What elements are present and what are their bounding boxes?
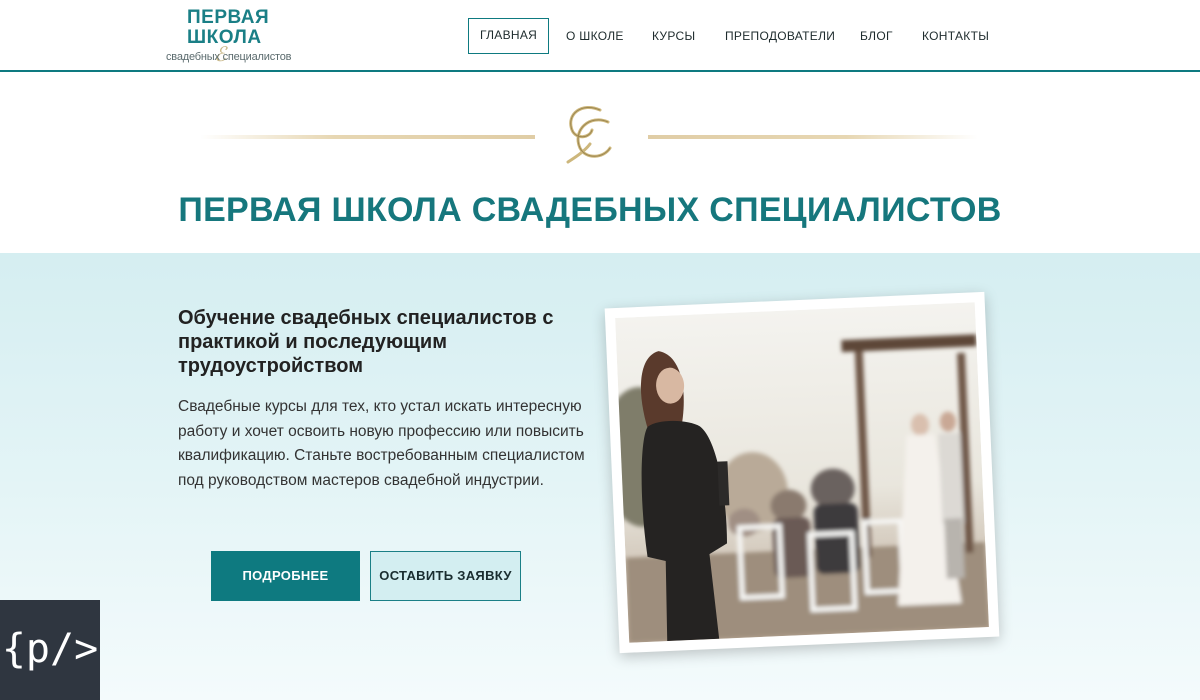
nav-item-home[interactable]: ГЛАВНАЯ bbox=[468, 18, 550, 54]
page-title: ПЕРВАЯ ШКОЛА СВАДЕБНЫХ СПЕЦИАЛИСТОВ bbox=[178, 191, 1002, 229]
nav-item-about[interactable]: О ШКОЛЕ bbox=[566, 18, 624, 54]
nav-item-teachers[interactable]: ПРЕПОДОВАТЕЛИ bbox=[725, 18, 835, 54]
hero-heading: Обучение свадебных специалистов с практи… bbox=[178, 307, 554, 377]
hero-photo bbox=[604, 291, 1000, 654]
nav-item-blog[interactable]: БЛОГ bbox=[860, 18, 893, 54]
site-logo[interactable]: ПЕРВАЯ ШКОЛА ℰ свадебных специалистов bbox=[166, 7, 296, 67]
site-header: ПЕРВАЯ ШКОЛА ℰ свадебных специалистов ГЛ… bbox=[0, 0, 1200, 72]
nav-item-courses[interactable]: КУРСЫ bbox=[652, 18, 695, 54]
ornament-divider-right bbox=[648, 135, 978, 139]
apply-button[interactable]: ОСТАВИТЬ ЗАЯВКУ bbox=[370, 551, 521, 601]
hero-description: Свадебные курсы для тех, кто устал искат… bbox=[178, 398, 585, 489]
nav-item-contacts[interactable]: КОНТАКТЫ bbox=[922, 18, 989, 54]
ornament-divider-left bbox=[200, 135, 535, 139]
logo-line-3: свадебных специалистов bbox=[166, 51, 292, 63]
code-badge-icon: {p/> bbox=[0, 600, 100, 700]
wedding-ceremony-image bbox=[615, 302, 989, 643]
more-button[interactable]: ПОДРОБНЕЕ bbox=[211, 551, 360, 601]
cc-monogram-icon bbox=[566, 106, 612, 164]
logo-line-1: ПЕРВАЯ bbox=[187, 7, 270, 28]
